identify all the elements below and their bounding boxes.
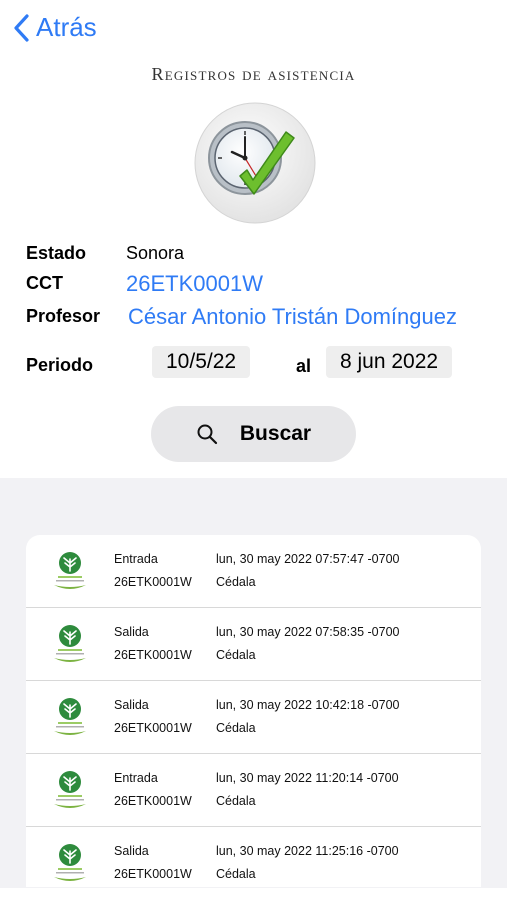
- record-source: Cédala: [216, 575, 256, 589]
- records-list[interactable]: Entrada 26ETK0001W lun, 30 may 2022 07:57:…: [26, 535, 481, 887]
- record-cct: 26ETK0001W: [114, 575, 192, 589]
- record-timestamp: lun, 30 may 2022 07:58:35 -0700: [216, 625, 400, 639]
- cct-link[interactable]: 26ETK0001W: [126, 271, 263, 297]
- page-title: Registros de asistencia: [151, 64, 356, 84]
- search-icon: [197, 424, 217, 445]
- back-label: Atrás: [36, 12, 97, 42]
- record-row[interactable]: Entrada 26ETK0001W lun, 30 may 2022 07:57:…: [26, 535, 481, 608]
- record-timestamp: lun, 30 may 2022 11:25:16 -0700: [216, 844, 399, 858]
- record-type: Entrada: [114, 771, 158, 785]
- school-logo-icon: [54, 625, 86, 662]
- record-source: Cédala: [216, 721, 256, 735]
- record-timestamp: lun, 30 may 2022 07:57:47 -0700: [216, 552, 400, 566]
- end-date-picker[interactable]: 8 jun 2022: [326, 346, 453, 378]
- record-source: Cédala: [216, 648, 256, 662]
- record-timestamp: lun, 30 may 2022 10:42:18 -0700: [216, 698, 400, 712]
- record-row[interactable]: Salida 26ETK0001W lun, 30 may 2022 07:58:3…: [26, 608, 481, 681]
- record-cct: 26ETK0001W: [114, 867, 192, 881]
- school-logo-icon: [54, 552, 86, 589]
- school-logo-icon: [54, 698, 86, 735]
- record-source: Cédala: [216, 867, 256, 881]
- record-cct: 26ETK0001W: [114, 721, 192, 735]
- estado-value: Sonora: [126, 243, 185, 263]
- record-type: Salida: [114, 844, 149, 858]
- estado-label: Estado: [26, 243, 87, 263]
- record-row[interactable]: Entrada 26ETK0001W lun, 30 may 2022 11:20:…: [26, 754, 481, 827]
- start-date-picker[interactable]: 10/5/22: [152, 346, 251, 378]
- cct-label: CCT: [26, 273, 63, 293]
- record-type: Salida: [114, 698, 149, 712]
- record-type: Entrada: [114, 552, 158, 566]
- school-logo-icon: [54, 844, 86, 881]
- clock-check-icon: [194, 102, 316, 224]
- record-cct: 26ETK0001W: [114, 648, 192, 662]
- school-logo-icon: [54, 771, 86, 808]
- record-cct: 26ETK0001W: [114, 794, 192, 808]
- record-timestamp: lun, 30 may 2022 11:20:14 -0700: [216, 771, 399, 785]
- profesor-label: Profesor: [26, 306, 101, 326]
- record-row[interactable]: Salida 26ETK0001W lun, 30 may 2022 11:25:1…: [26, 827, 481, 887]
- record-source: Cédala: [216, 794, 256, 808]
- record-type: Salida: [114, 625, 149, 639]
- periodo-separator: al: [296, 356, 312, 376]
- profesor-link[interactable]: César Antonio Tristán Domínguez: [128, 304, 457, 330]
- search-button[interactable]: Buscar: [151, 406, 356, 462]
- search-label: Buscar: [239, 422, 312, 445]
- back-button[interactable]: Atrás: [12, 12, 97, 43]
- periodo-label: Periodo: [26, 355, 94, 375]
- bottom-edge: [0, 888, 507, 900]
- record-row[interactable]: Salida 26ETK0001W lun, 30 may 2022 10:42:1…: [26, 681, 481, 754]
- chevron-left-icon: [14, 13, 29, 42]
